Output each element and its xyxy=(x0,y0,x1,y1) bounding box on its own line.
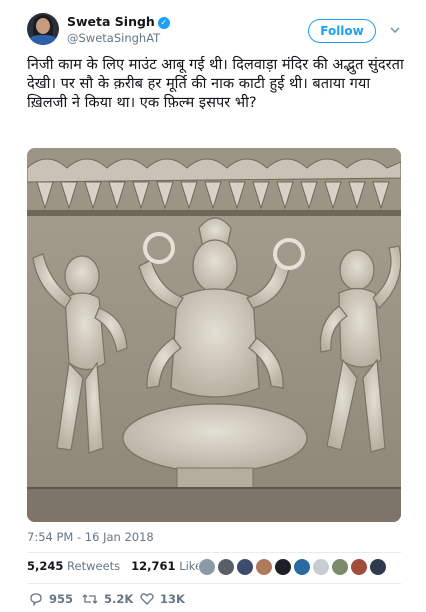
like-button[interactable]: 13K xyxy=(140,592,185,606)
tweet-photo[interactable] xyxy=(27,148,401,522)
liker-avatar[interactable] xyxy=(293,558,311,576)
divider xyxy=(27,583,401,584)
retweets-stat[interactable]: 5,245 Retweets xyxy=(27,559,120,573)
tweet-timestamp[interactable]: 7:54 PM - 16 Jan 2018 xyxy=(27,530,154,544)
tweet-card: Sweta Singh ✓ @SwetaSinghAT Follow निजी क… xyxy=(0,0,426,612)
reply-button[interactable]: 955 xyxy=(29,592,73,606)
liker-avatar[interactable] xyxy=(350,558,368,576)
likes-count: 12,761 xyxy=(131,559,176,573)
author-handle[interactable]: @SwetaSinghAT xyxy=(67,31,160,45)
heart-icon xyxy=(140,593,154,605)
author-name-text[interactable]: Sweta Singh xyxy=(67,14,155,29)
divider xyxy=(27,552,401,553)
tweet-stats: 5,245 Retweets 12,761 Likes xyxy=(27,559,208,573)
like-count: 13K xyxy=(160,592,185,606)
retweet-icon xyxy=(82,594,98,604)
liker-avatar[interactable] xyxy=(198,558,216,576)
retweet-button[interactable]: 5.2K xyxy=(82,592,133,606)
verified-badge-icon: ✓ xyxy=(157,17,170,29)
liker-avatar[interactable] xyxy=(312,558,330,576)
likes-stat[interactable]: 12,761 Likes xyxy=(131,559,208,573)
temple-sculpture-image xyxy=(27,148,401,522)
liker-avatar[interactable] xyxy=(236,558,254,576)
liker-avatar[interactable] xyxy=(217,558,235,576)
liker-avatar[interactable] xyxy=(255,558,273,576)
author-name[interactable]: Sweta Singh ✓ xyxy=(67,14,170,29)
follow-button[interactable]: Follow xyxy=(308,19,376,43)
reply-icon xyxy=(30,593,42,606)
retweets-label: Retweets xyxy=(67,559,121,573)
liker-avatar[interactable] xyxy=(274,558,292,576)
chevron-down-icon[interactable] xyxy=(388,23,402,37)
retweet-count: 5.2K xyxy=(104,592,134,606)
liker-avatar[interactable] xyxy=(369,558,387,576)
avatar[interactable] xyxy=(27,13,59,45)
liker-avatar[interactable] xyxy=(331,558,349,576)
retweets-count: 5,245 xyxy=(27,559,64,573)
reply-count: 955 xyxy=(49,592,74,606)
tweet-text: निजी काम के लिए माउंट आबू गई थी। दिलवाड़… xyxy=(27,56,404,111)
